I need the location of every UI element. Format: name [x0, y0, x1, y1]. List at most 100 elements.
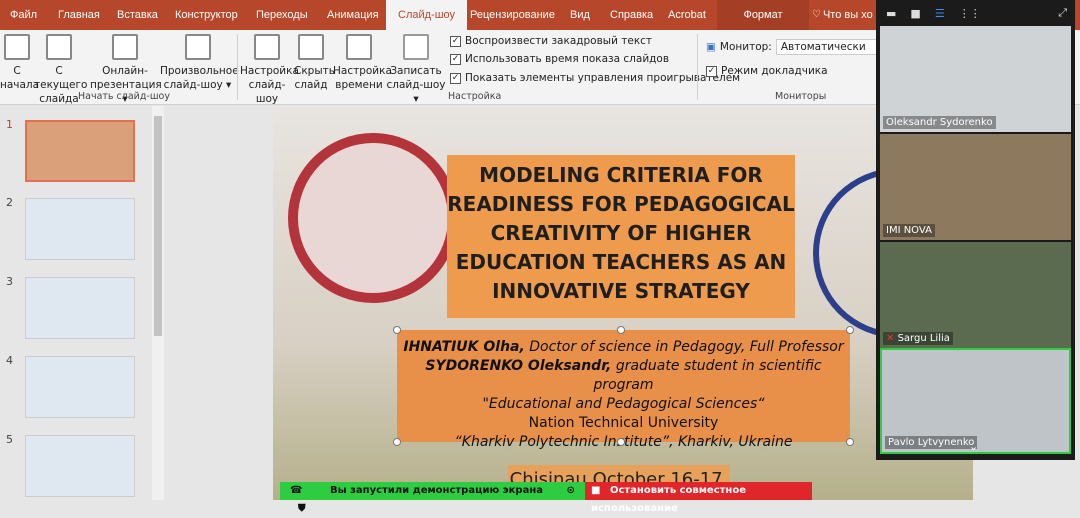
label: Воспроизвести закадровый текст [465, 35, 653, 47]
university-line: Nation Technical University [528, 415, 719, 431]
slide-title[interactable]: MODELING CRITERIA FOR READINESS FOR PEDA… [447, 155, 795, 318]
video-toolbar: ▬ ■ ☰ ⋮⋮ ⤢ [876, 0, 1075, 26]
globe-icon [112, 34, 138, 60]
resize-handle[interactable] [846, 438, 854, 446]
thumbnail-slide-1[interactable] [25, 120, 135, 182]
projector-icon [46, 34, 72, 60]
label: Онлайн- [102, 65, 148, 77]
tab-insert[interactable]: Вставка [117, 0, 158, 30]
presenter-view-checkbox[interactable]: ✓ Режим докладчика [706, 65, 828, 77]
tab-file[interactable]: Файл [10, 0, 37, 30]
participant-tile-active[interactable]: Pavlo Lytvynenko [880, 348, 1071, 454]
label: слайд-шоу [248, 79, 286, 105]
divider [697, 34, 698, 100]
label: Записать [390, 65, 442, 77]
label: времени [335, 79, 383, 91]
thumbnail-slide-3[interactable] [25, 277, 135, 339]
tab-help[interactable]: Справка [610, 0, 653, 30]
lightbulb-icon: ♡ [812, 9, 821, 20]
custom-slideshow-button[interactable]: Произвольное слайд-шоу ▾ [160, 34, 239, 92]
author-line: IHNATIUK Olha, Doctor of science in Peda… [397, 338, 850, 357]
program-line: "Educational and Pedagogical Sciences“ [482, 396, 765, 412]
stop-icon: ■ [591, 485, 601, 496]
slide-number: 3 [6, 275, 13, 288]
chevron-down-icon[interactable]: ⌄ [969, 440, 978, 453]
minimize-icon[interactable]: ▬ [886, 7, 896, 20]
resize-handle[interactable] [846, 326, 854, 334]
shield-icon: ⛊ [298, 503, 306, 514]
tab-format[interactable]: Формат [717, 0, 809, 30]
video-panel: ▬ ■ ☰ ⋮⋮ ⤢ Oleksandr Sydorenko IMI NOVA … [876, 0, 1075, 460]
slide-number: 4 [6, 354, 13, 367]
participant-tile[interactable]: Oleksandr Sydorenko [880, 26, 1071, 132]
scroll-thumb[interactable] [154, 116, 162, 336]
group-label-setup: Настройка [448, 91, 502, 102]
label: слайд [294, 79, 328, 91]
mic-muted-icon: ✕ [886, 333, 898, 344]
label: начала [0, 79, 40, 91]
slide-canvas[interactable]: MODELING CRITERIA FOR READINESS FOR PEDA… [273, 108, 973, 500]
author-role: graduate student in scientific program [593, 358, 822, 393]
tab-review[interactable]: Рецензирование [470, 0, 555, 30]
thumbnail-slide-5[interactable] [25, 435, 135, 497]
setup-slideshow-button[interactable]: Настройка слайд-шоу [240, 34, 299, 106]
authors-textbox[interactable]: IHNATIUK Olha, Doctor of science in Peda… [397, 330, 850, 450]
slide-number: 5 [6, 433, 13, 446]
tab-animations[interactable]: Анимация [327, 0, 379, 30]
thumbnail-scrollbar[interactable] [152, 106, 164, 500]
thumbnail-slide-2[interactable] [25, 198, 135, 260]
monitor-select[interactable]: ▣ Монитор: Автоматически [706, 39, 886, 55]
grid-view-icon[interactable]: ⋮⋮ [959, 7, 981, 20]
from-current-button[interactable]: С текущего слайда [34, 34, 88, 106]
author-name: SYDORENKO Oleksandr, [425, 358, 612, 374]
resize-handle[interactable] [617, 326, 625, 334]
thumbnail-slide-4[interactable] [25, 356, 135, 418]
tab-acrobat[interactable]: Acrobat [668, 0, 706, 30]
slide-number: 2 [6, 196, 13, 209]
tab-transitions[interactable]: Переходы [256, 0, 308, 30]
tab-slideshow[interactable]: Слайд-шоу [386, 0, 468, 30]
name-text: Sargu Lilia [897, 333, 950, 344]
label: Настройка [333, 65, 392, 77]
label: Показать элементы управления проигрывате… [465, 72, 741, 84]
tell-me-search[interactable]: ♡ Что вы хо [812, 0, 873, 30]
rehearse-timings-button[interactable]: Настройка времени [333, 34, 392, 92]
resize-handle[interactable] [393, 438, 401, 446]
sharing-status-text: Вы запустили демонстрацию экрана [329, 485, 543, 496]
expand-icon[interactable]: ⤢ [1058, 6, 1067, 20]
participant-tile[interactable]: IMI NOVA [880, 134, 1071, 240]
tab-home[interactable]: Главная [58, 0, 100, 30]
stack-view-icon[interactable]: ☰ [935, 7, 945, 20]
tab-design[interactable]: Конструктор [175, 0, 238, 30]
label: С текущего [34, 65, 88, 91]
monitor-icon: ▣ [706, 41, 716, 53]
record-icon [403, 34, 429, 60]
monitor-value[interactable]: Автоматически [775, 39, 886, 55]
setup-icon [254, 34, 280, 60]
label: Скрыть [294, 65, 335, 77]
participant-name: IMI NOVA [883, 224, 935, 237]
timer-icon [346, 34, 372, 60]
record-slideshow-button[interactable]: Записать слайд-шоу ▾ [385, 34, 447, 106]
hide-slide-icon [298, 34, 324, 60]
stop-sharing-button[interactable]: ■ Остановить совместное использование [585, 482, 812, 514]
sharing-status-bar: ☎ Вы запустили демонстрацию экрана ⊙ ⛊ [280, 482, 585, 514]
label: Настройка [240, 65, 299, 77]
author-line: SYDORENKO Oleksandr, graduate student in… [397, 357, 850, 395]
participant-name: ✕ Sargu Lilia [883, 332, 953, 345]
participant-tile[interactable]: ✕ Sargu Lilia [880, 242, 1071, 348]
participant-name: Oleksandr Sydorenko [883, 116, 996, 129]
label: слайда [39, 93, 79, 105]
tab-view[interactable]: Вид [570, 0, 590, 30]
hide-slide-button[interactable]: Скрыть слайд [294, 34, 335, 92]
timings-checkbox[interactable]: ✓ Использовать время показа слайдов [450, 53, 669, 65]
from-beginning-button[interactable]: Сначала [0, 34, 40, 92]
resize-handle[interactable] [617, 438, 625, 446]
author-role: Doctor of science in Pedagogy, Full Prof… [524, 339, 844, 355]
single-view-icon[interactable]: ■ [910, 7, 920, 20]
play-icon [4, 34, 30, 60]
group-label-monitors: Мониторы [775, 91, 827, 102]
group-label-start: Начать слайд-шоу [78, 91, 170, 102]
narration-checkbox[interactable]: ✓ Воспроизвести закадровый текст [450, 35, 652, 47]
resize-handle[interactable] [393, 326, 401, 334]
